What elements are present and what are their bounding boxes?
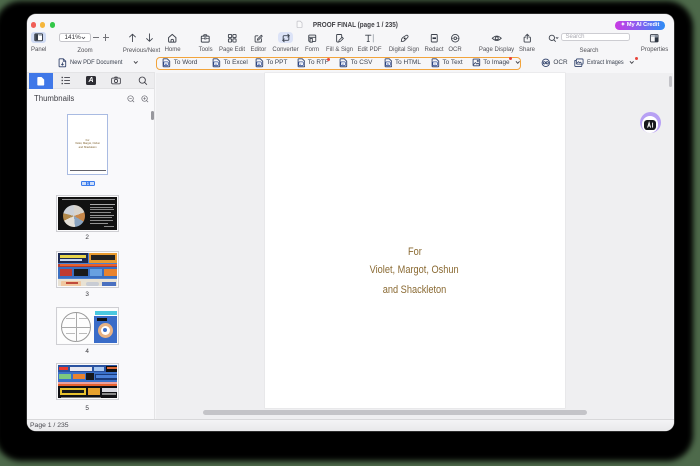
svg-text:p: p — [258, 62, 260, 66]
svg-text:w: w — [164, 62, 168, 66]
svg-text:h: h — [387, 62, 389, 66]
svg-text:t: t — [435, 62, 436, 66]
svg-text:x: x — [215, 62, 217, 66]
svg-text:c: c — [343, 62, 345, 66]
